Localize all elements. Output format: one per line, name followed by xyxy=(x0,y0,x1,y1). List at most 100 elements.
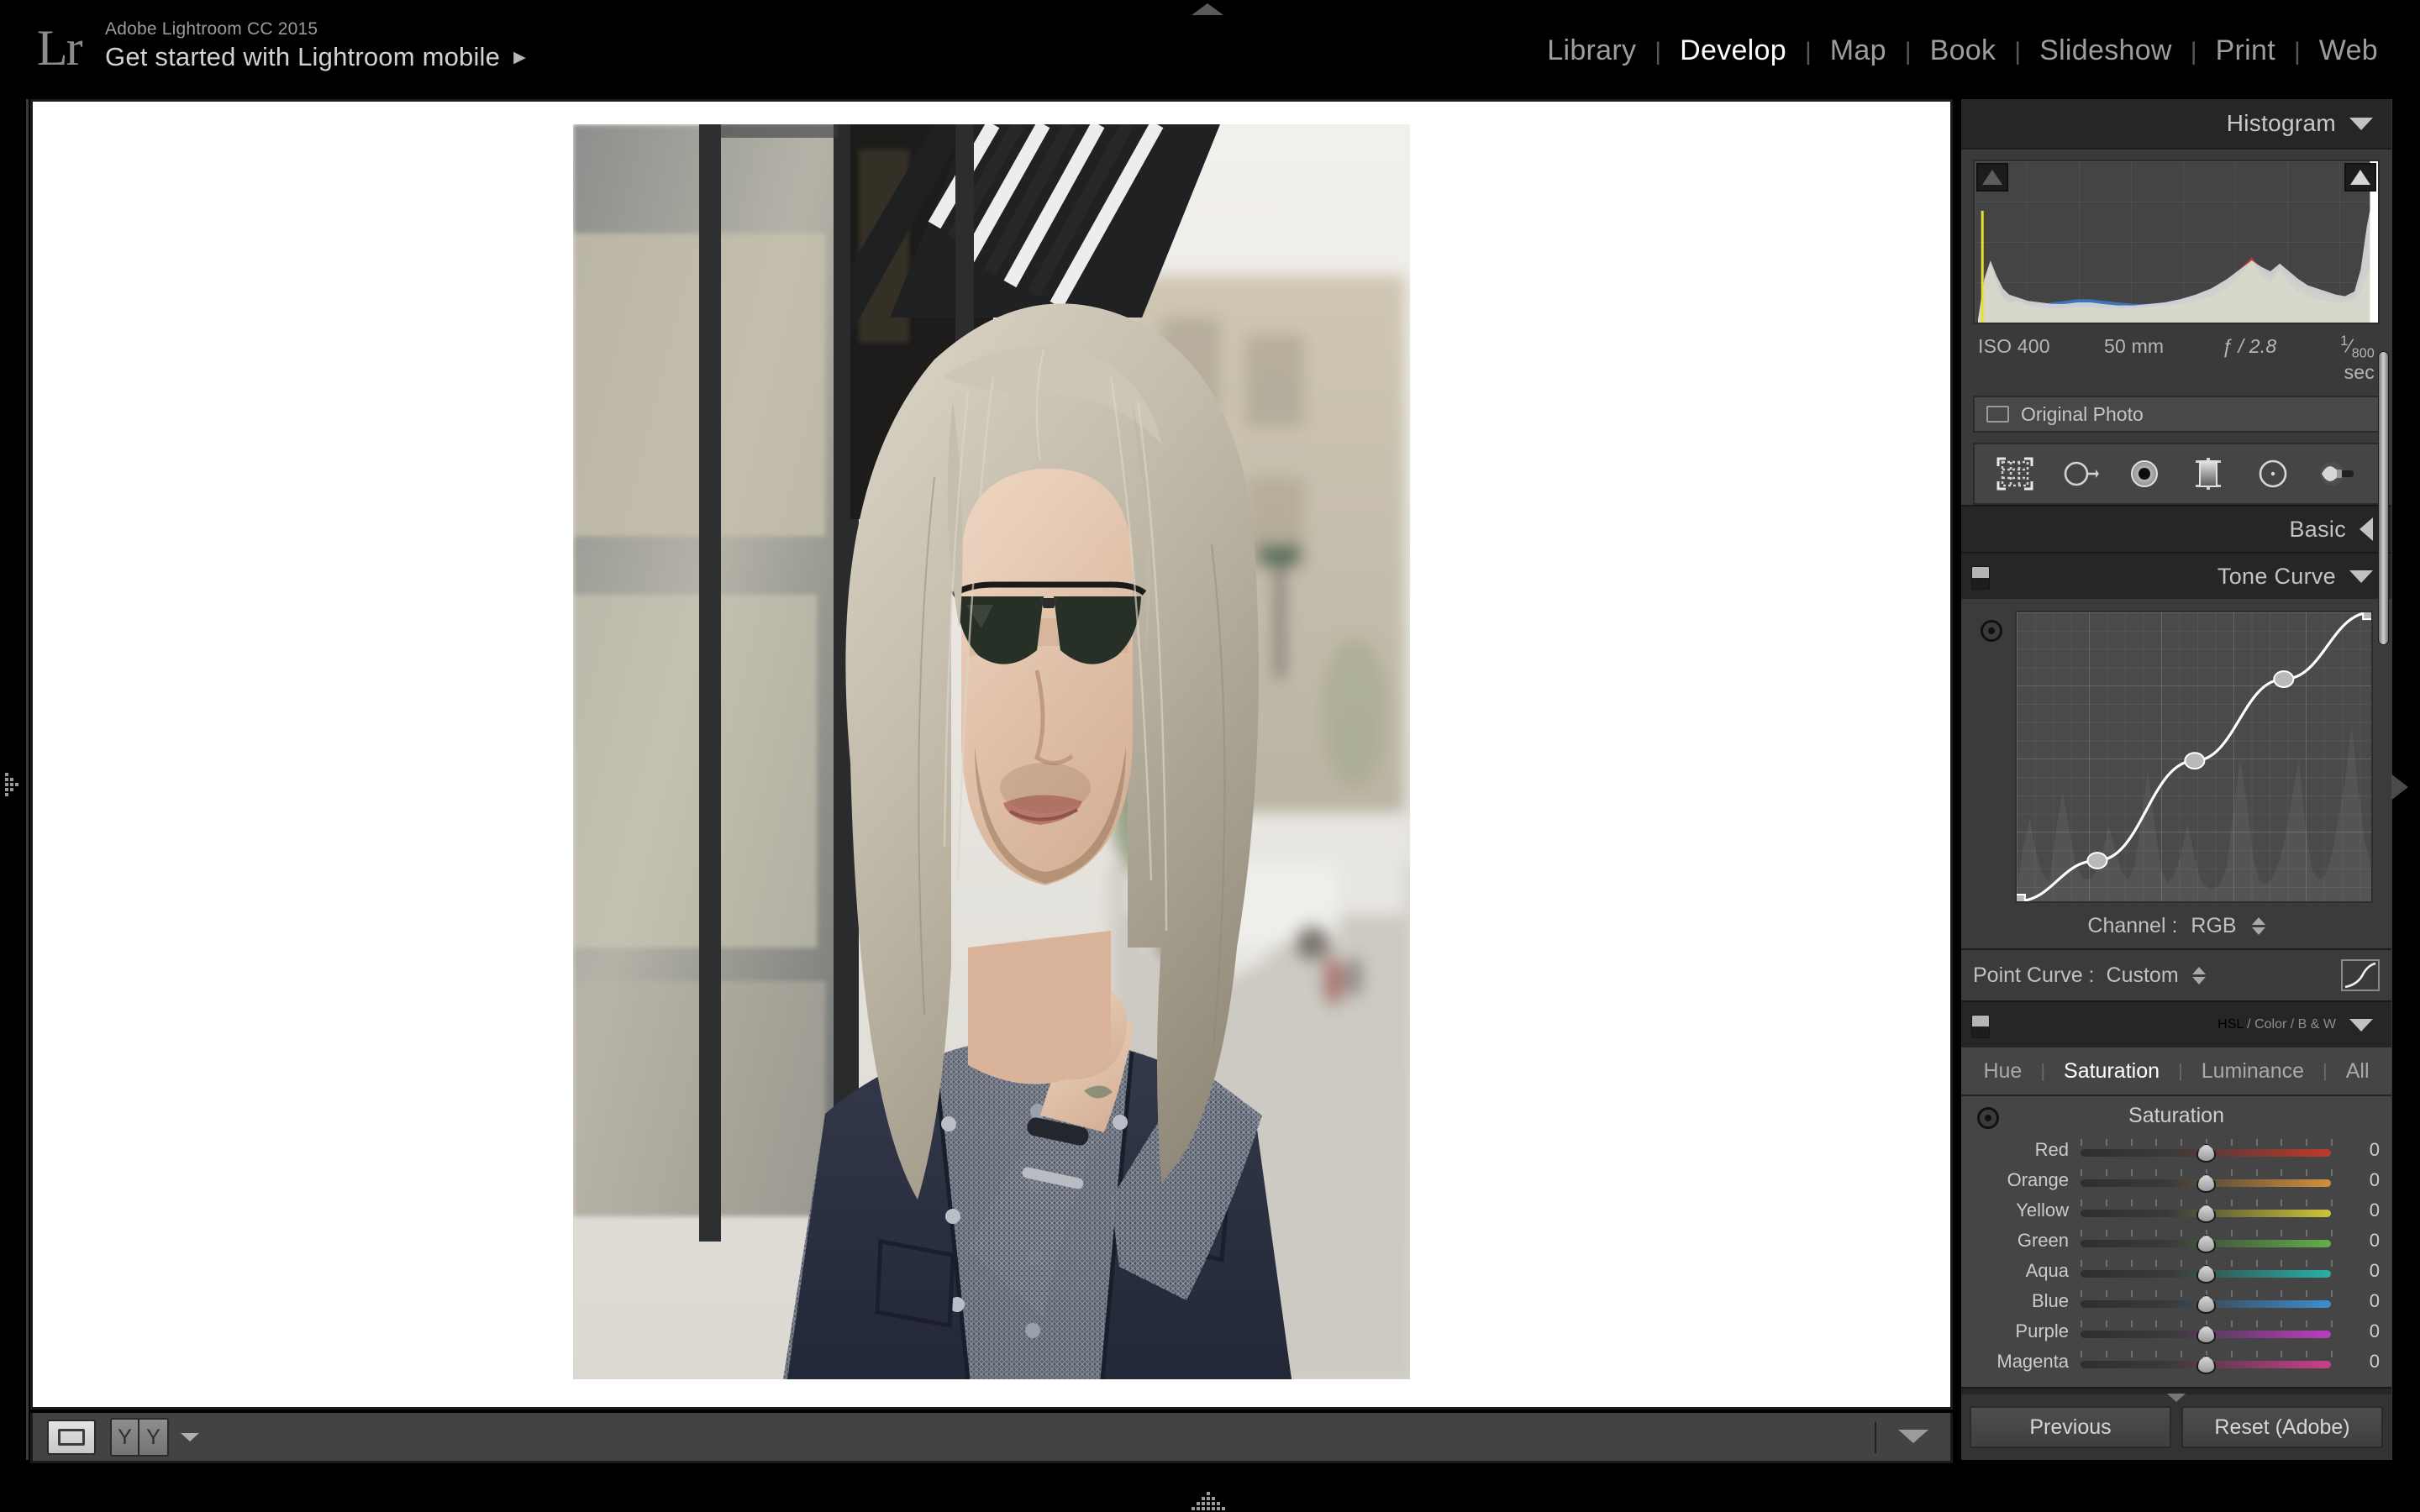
histogram-shadow-spike xyxy=(1981,210,1984,323)
hsl-title-hsl[interactable]: HSL xyxy=(2217,1017,2244,1032)
hsl-slider-track-blue[interactable] xyxy=(2081,1290,2333,1315)
histogram-series-luminance xyxy=(1978,186,2375,323)
tone-curve-control-point[interactable] xyxy=(2087,853,2107,869)
hsl-slider-row-orange: Orange 0 xyxy=(1961,1165,2391,1195)
shadow-clipping-indicator[interactable] xyxy=(1976,163,2008,192)
tone-curve-chevron-down-icon[interactable] xyxy=(2349,570,2373,583)
hsl-tab-all[interactable]: All xyxy=(2328,1059,2388,1084)
hsl-slider-track-orange[interactable] xyxy=(2081,1169,2333,1194)
hsl-panel-header[interactable]: HSL / Color / B & W xyxy=(1961,1000,2391,1048)
hsl-tab-bar: Hue | Saturation | Luminance | All xyxy=(1961,1047,2391,1097)
basic-panel-title: Basic xyxy=(2289,516,2346,542)
point-curve-stepper-icon[interactable] xyxy=(2191,966,2206,984)
hsl-slider-value-purple[interactable]: 0 xyxy=(2331,1320,2380,1342)
spot-removal-tool-icon[interactable] xyxy=(2057,453,2102,495)
histogram-panel-header[interactable]: Histogram xyxy=(1961,99,2391,148)
toolbar-options-chevron-down-icon[interactable] xyxy=(1898,1430,1928,1443)
hsl-slider-track-yellow[interactable] xyxy=(2081,1200,2333,1224)
targeted-adjustment-tool-tonecurve-icon[interactable] xyxy=(1973,612,2010,649)
adjustment-brush-tool-icon[interactable] xyxy=(2315,453,2360,495)
point-curve-row: Point Curve : Custom xyxy=(1961,948,2391,1001)
point-curve-editor-toggle-button[interactable] xyxy=(2341,959,2380,992)
hsl-slider-value-aqua[interactable]: 0 xyxy=(2331,1260,2380,1282)
top-panel-collapse-handle[interactable] xyxy=(1192,3,1223,15)
module-separator: | xyxy=(1904,38,1912,66)
identity-plate[interactable]: Adobe Lightroom CC 2015 Get started with… xyxy=(105,18,526,74)
footer-collapse-caret-icon[interactable] xyxy=(2167,1394,2186,1402)
develop-tool-strip xyxy=(1973,443,2380,506)
hsl-slider-value-red[interactable]: 0 xyxy=(2331,1139,2380,1161)
hsl-slider-row-red: Red 0 xyxy=(1961,1135,2391,1165)
tone-curve-control-point[interactable] xyxy=(2017,895,2025,902)
radial-filter-tool-icon[interactable] xyxy=(2250,453,2296,495)
original-photo-toggle[interactable]: Original Photo xyxy=(1973,396,2380,433)
hsl-slider-track-green[interactable] xyxy=(2081,1230,2333,1254)
basic-chevron-left-icon[interactable] xyxy=(2360,517,2373,542)
hsl-slider-value-yellow[interactable]: 0 xyxy=(2331,1200,2380,1221)
before-after-button[interactable]: Y Y xyxy=(110,1417,169,1457)
right-panel-collapse-handle[interactable] xyxy=(2390,773,2408,801)
hsl-tab-saturation[interactable]: Saturation xyxy=(2045,1059,2178,1084)
exif-focal-length: 50 mm xyxy=(2104,334,2165,357)
tone-curve-enable-switch[interactable] xyxy=(1971,566,1990,591)
loupe-view-button[interactable] xyxy=(47,1419,96,1455)
tone-curve-control-point[interactable] xyxy=(2185,753,2204,769)
hsl-slider-label-aqua: Aqua xyxy=(2025,1260,2069,1282)
hsl-slider-value-orange[interactable]: 0 xyxy=(2331,1169,2380,1191)
before-after-dropdown-icon[interactable] xyxy=(181,1432,199,1441)
crop-overlay-tool-icon[interactable] xyxy=(1992,453,2038,495)
hsl-slider-track-purple[interactable] xyxy=(2081,1320,2333,1345)
graduated-filter-tool-icon[interactable] xyxy=(2186,453,2231,495)
point-curve-value[interactable]: Custom xyxy=(2107,963,2179,988)
previous-button[interactable]: Previous xyxy=(1970,1406,2171,1448)
histogram-chart[interactable] xyxy=(1973,160,2380,324)
channel-label: Channel : xyxy=(2087,913,2178,937)
hsl-slider-value-magenta[interactable]: 0 xyxy=(2331,1351,2380,1373)
channel-stepper-icon[interactable] xyxy=(2251,916,2265,935)
hsl-enable-switch[interactable] xyxy=(1971,1015,1990,1039)
hsl-slider-value-green[interactable]: 0 xyxy=(2331,1230,2380,1252)
module-book[interactable]: Book xyxy=(1912,34,2015,67)
lightroom-window: Lr Adobe Lightroom CC 2015 Get started w… xyxy=(0,0,2420,1512)
histogram-chevron-down-icon[interactable] xyxy=(2349,117,2373,130)
hsl-slider-track-aqua[interactable] xyxy=(2081,1260,2333,1284)
hsl-chevron-down-icon[interactable] xyxy=(2349,1018,2373,1032)
filmstrip-expand-handle[interactable] xyxy=(1192,1492,1225,1510)
module-map[interactable]: Map xyxy=(1812,34,1905,67)
tone-curve-panel-header[interactable]: Tone Curve xyxy=(1961,552,2391,600)
module-slideshow[interactable]: Slideshow xyxy=(2021,34,2191,67)
loupe-view-content[interactable] xyxy=(30,99,1953,1410)
hsl-group-header: Saturation xyxy=(1961,1096,2391,1137)
hsl-title-color[interactable]: Color xyxy=(2254,1017,2286,1032)
play-arrow-icon[interactable]: ▶ xyxy=(513,50,526,66)
module-web[interactable]: Web xyxy=(2301,34,2396,67)
right-panel-scrollbar[interactable] xyxy=(2378,351,2389,645)
module-library[interactable]: Library xyxy=(1528,34,1655,67)
hsl-title-bw[interactable]: B & W xyxy=(2298,1017,2336,1032)
tone-curve-graph[interactable] xyxy=(2015,611,2373,904)
channel-value[interactable]: RGB xyxy=(2191,914,2236,938)
module-print[interactable]: Print xyxy=(2197,34,2294,67)
develop-right-panel: Histogram ISO 400 50 mm ƒ / 2.8 1⁄800 se… xyxy=(1961,99,2391,1460)
red-eye-correction-tool-icon[interactable] xyxy=(2122,453,2167,495)
module-develop[interactable]: Develop xyxy=(1661,34,1805,67)
hsl-slider-value-blue[interactable]: 0 xyxy=(2331,1290,2380,1312)
tone-curve-control-point[interactable] xyxy=(2274,671,2293,687)
left-panel-expand-handle[interactable] xyxy=(5,773,24,801)
hsl-slider-track-red[interactable] xyxy=(2081,1139,2333,1163)
reset-button[interactable]: Reset (Adobe) xyxy=(2181,1406,2383,1448)
hsl-slider-label-red: Red xyxy=(2034,1139,2069,1161)
hsl-slider-track-magenta[interactable] xyxy=(2081,1351,2333,1375)
original-photo-checkbox-icon[interactable] xyxy=(1986,406,2009,423)
hsl-tab-luminance[interactable]: Luminance xyxy=(2183,1059,2323,1084)
targeted-adjustment-tool-hsl-icon[interactable] xyxy=(1970,1100,2007,1137)
highlight-clipping-indicator[interactable] xyxy=(2344,163,2376,192)
tone-curve-panel-title: Tone Curve xyxy=(2217,563,2336,589)
basic-panel-header[interactable]: Basic xyxy=(1961,505,2391,553)
module-separator: | xyxy=(2294,38,2301,66)
tone-curve-channel-row: Channel : RGB xyxy=(1961,903,2391,949)
photo-wrapper xyxy=(33,102,1950,1407)
tone-curve-control-point[interactable] xyxy=(2363,612,2371,619)
hsl-tab-hue[interactable]: Hue xyxy=(1965,1059,2040,1084)
photo-preview[interactable] xyxy=(573,124,1410,1379)
